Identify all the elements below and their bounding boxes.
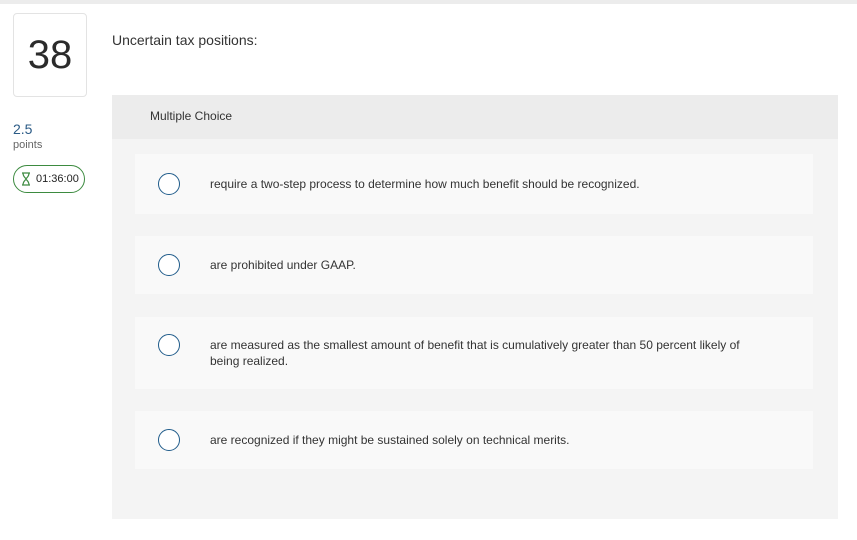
points-value: 2.5 xyxy=(13,121,33,137)
radio-button[interactable] xyxy=(158,429,180,451)
choice-label: are measured as the smallest amount of b… xyxy=(210,338,740,368)
radio-button[interactable] xyxy=(158,334,180,356)
points-label: points xyxy=(13,139,43,151)
radio-button[interactable] xyxy=(158,254,180,276)
panel-header: Multiple Choice xyxy=(112,95,838,139)
choice-option-4[interactable]: are recognized if they might be sustaine… xyxy=(135,411,813,469)
timer-badge: 01:36:00 xyxy=(13,165,85,193)
choice-label: are prohibited under GAAP. xyxy=(210,258,356,272)
choice-label: are recognized if they might be sustaine… xyxy=(210,433,570,447)
choice-label: require a two-step process to determine … xyxy=(210,177,640,191)
question-text: Uncertain tax positions: xyxy=(112,32,258,48)
top-divider xyxy=(0,0,857,4)
hourglass-icon xyxy=(22,172,30,186)
question-type-label: Multiple Choice xyxy=(150,109,233,123)
answer-panel: Multiple Choice require a two-step proce… xyxy=(112,95,838,519)
choice-option-3[interactable]: are measured as the smallest amount of b… xyxy=(135,317,813,389)
radio-button[interactable] xyxy=(158,173,180,195)
question-number: 38 xyxy=(13,13,87,97)
timer-value: 01:36:00 xyxy=(36,173,79,185)
choice-option-2[interactable]: are prohibited under GAAP. xyxy=(135,236,813,294)
choice-option-1[interactable]: require a two-step process to determine … xyxy=(135,154,813,214)
